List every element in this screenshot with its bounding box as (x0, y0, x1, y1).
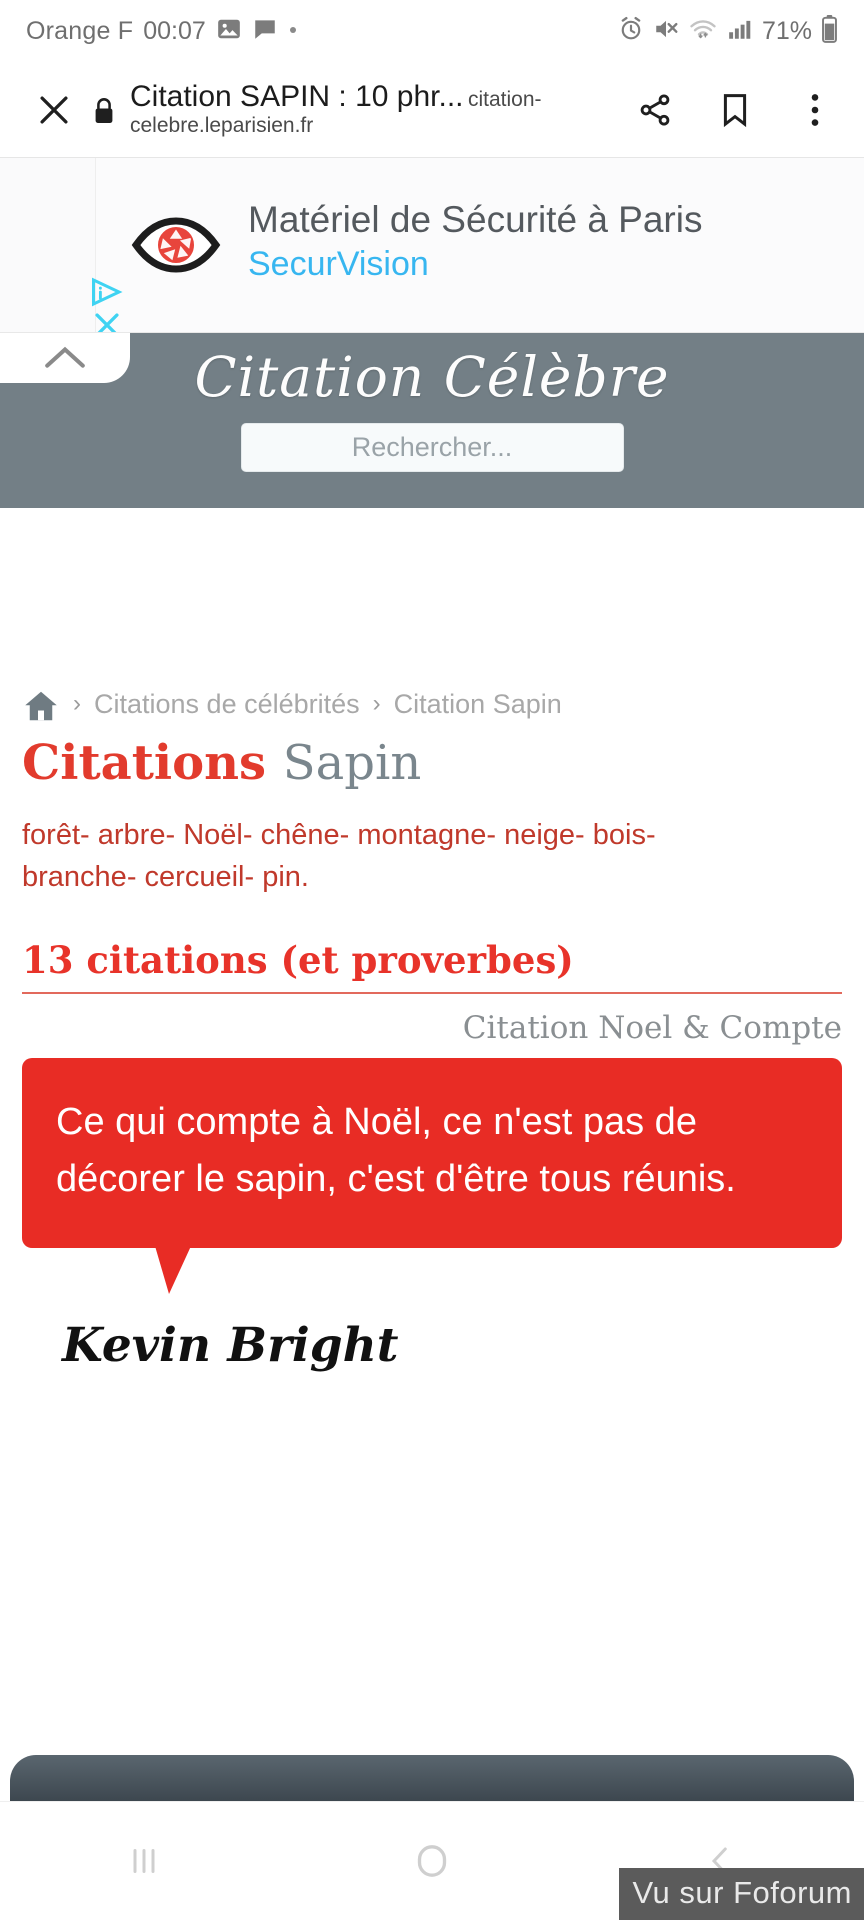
address-texts: Citation SAPIN : 10 phr... citation-cele… (130, 80, 614, 140)
battery-icon (821, 14, 838, 48)
tag-sep-8: - (244, 860, 255, 893)
site-search-row: Rechercher... (0, 423, 864, 472)
tag-bois[interactable]: bois (593, 819, 646, 851)
tag-foret[interactable]: forêt (22, 819, 80, 851)
bookmark-icon[interactable] (712, 87, 758, 133)
tag-arbre[interactable]: arbre (98, 819, 166, 851)
tag-chene[interactable]: chêne (261, 819, 340, 851)
ad-text-lines: Matériel de Sécurité à Paris SecurVision (248, 199, 702, 291)
clock-label: 00:07 (143, 16, 206, 45)
lock-icon (92, 95, 116, 125)
page-heading-primary: Citations (22, 735, 267, 791)
message-icon (252, 16, 278, 47)
tag-list: forêt- arbre- Noël- chêne- montagne- nei… (22, 814, 702, 898)
tag-sep-7: - (126, 860, 137, 893)
quote-text: Ce qui compte à Noël, ce n'est pas de dé… (56, 1100, 736, 1200)
page-title-label: Citation SAPIN : 10 phr... (130, 79, 464, 113)
tag-sep-0: - (80, 818, 90, 851)
breadcrumb: › Citations de célébrités › Citation Sap… (22, 681, 842, 723)
close-tab-button[interactable] (26, 82, 82, 138)
page-heading-secondary: Sapin (282, 735, 422, 791)
quote-bubble[interactable]: Ce qui compte à Noël, ce n'est pas de dé… (22, 1057, 842, 1294)
ad-content[interactable]: Matériel de Sécurité à Paris SecurVision (112, 158, 864, 332)
tag-sep-3: - (339, 818, 350, 851)
home-circle-icon[interactable] (288, 1841, 576, 1881)
wifi-icon (688, 16, 718, 47)
alarm-icon (618, 16, 644, 47)
recents-icon[interactable] (0, 1843, 288, 1879)
carrier-label: Orange F (26, 16, 134, 45)
tag-sep-5: - (575, 818, 585, 851)
tag-pin[interactable]: pin (262, 861, 301, 893)
tag-neige[interactable]: neige (504, 819, 575, 851)
chevron-up-icon (45, 346, 85, 368)
ad-left-gutter (0, 158, 96, 332)
mute-icon (653, 16, 679, 47)
status-bar-right: 71% (618, 14, 838, 48)
tags-period: . (300, 860, 309, 893)
battery-percent-label: 71% (761, 16, 812, 45)
search-input[interactable]: Rechercher... (240, 423, 624, 472)
tag-noel[interactable]: Noël (183, 819, 243, 851)
quote-bubble-tail (155, 1245, 191, 1294)
search-placeholder: Rechercher... (351, 432, 513, 462)
home-icon[interactable] (22, 685, 60, 723)
signal-icon (727, 16, 753, 47)
tag-cercueil[interactable]: cercueil (145, 861, 245, 893)
tag-montagne[interactable]: montagne (357, 819, 486, 851)
next-section-peek (10, 1755, 854, 1801)
ad-brand: SecurVision (248, 245, 429, 284)
status-bar: Orange F 00:07 71% (0, 0, 864, 62)
page-content: › Citations de célébrités › Citation Sap… (0, 508, 864, 1373)
phone-screen: Orange F 00:07 71% Citation SAPIN: 10 p… (0, 0, 864, 1920)
breadcrumb-separator-1: › (73, 690, 81, 717)
citation-count-heading: 13 citations (et proverbes) (22, 938, 842, 994)
collapse-header-button[interactable] (0, 333, 130, 383)
page-heading: Citations Sapin (22, 737, 842, 790)
overflow-menu-icon[interactable] (792, 87, 838, 133)
breadcrumb-item-current: Citation Sapin (393, 688, 562, 719)
image-icon (216, 16, 242, 47)
dot-icon (288, 22, 298, 40)
watermark-label: Vu sur Foforum (618, 1868, 864, 1920)
tag-sep-2: - (242, 818, 253, 851)
quote-category-label[interactable]: Citation Noel & Compte (22, 1010, 842, 1046)
tag-sep-6: - (645, 818, 656, 851)
share-icon[interactable] (632, 87, 678, 133)
breadcrumb-item-celebrites[interactable]: Citations de célébrités (94, 689, 360, 720)
site-header: Citation Célèbre Rechercher... (0, 333, 864, 508)
breadcrumb-separator-2: › (372, 690, 381, 717)
toolbar-actions (632, 87, 838, 133)
browser-toolbar: Citation SAPIN : 10 phr... citation-cele… (0, 62, 864, 158)
ad-headline: Matériel de Sécurité à Paris (248, 198, 703, 240)
quote-author[interactable]: Kevin Bright (22, 1318, 842, 1373)
eye-aperture-icon (130, 209, 222, 281)
status-bar-left: Orange F 00:07 (26, 16, 298, 47)
tag-sep-4: - (486, 818, 497, 851)
tag-sep-1: - (165, 818, 176, 851)
tag-branche[interactable]: branche (22, 861, 127, 893)
ad-banner[interactable]: Matériel de Sécurité à Paris SecurVision (0, 158, 864, 333)
address-display[interactable]: Citation SAPIN : 10 phr... citation-cele… (92, 80, 614, 140)
